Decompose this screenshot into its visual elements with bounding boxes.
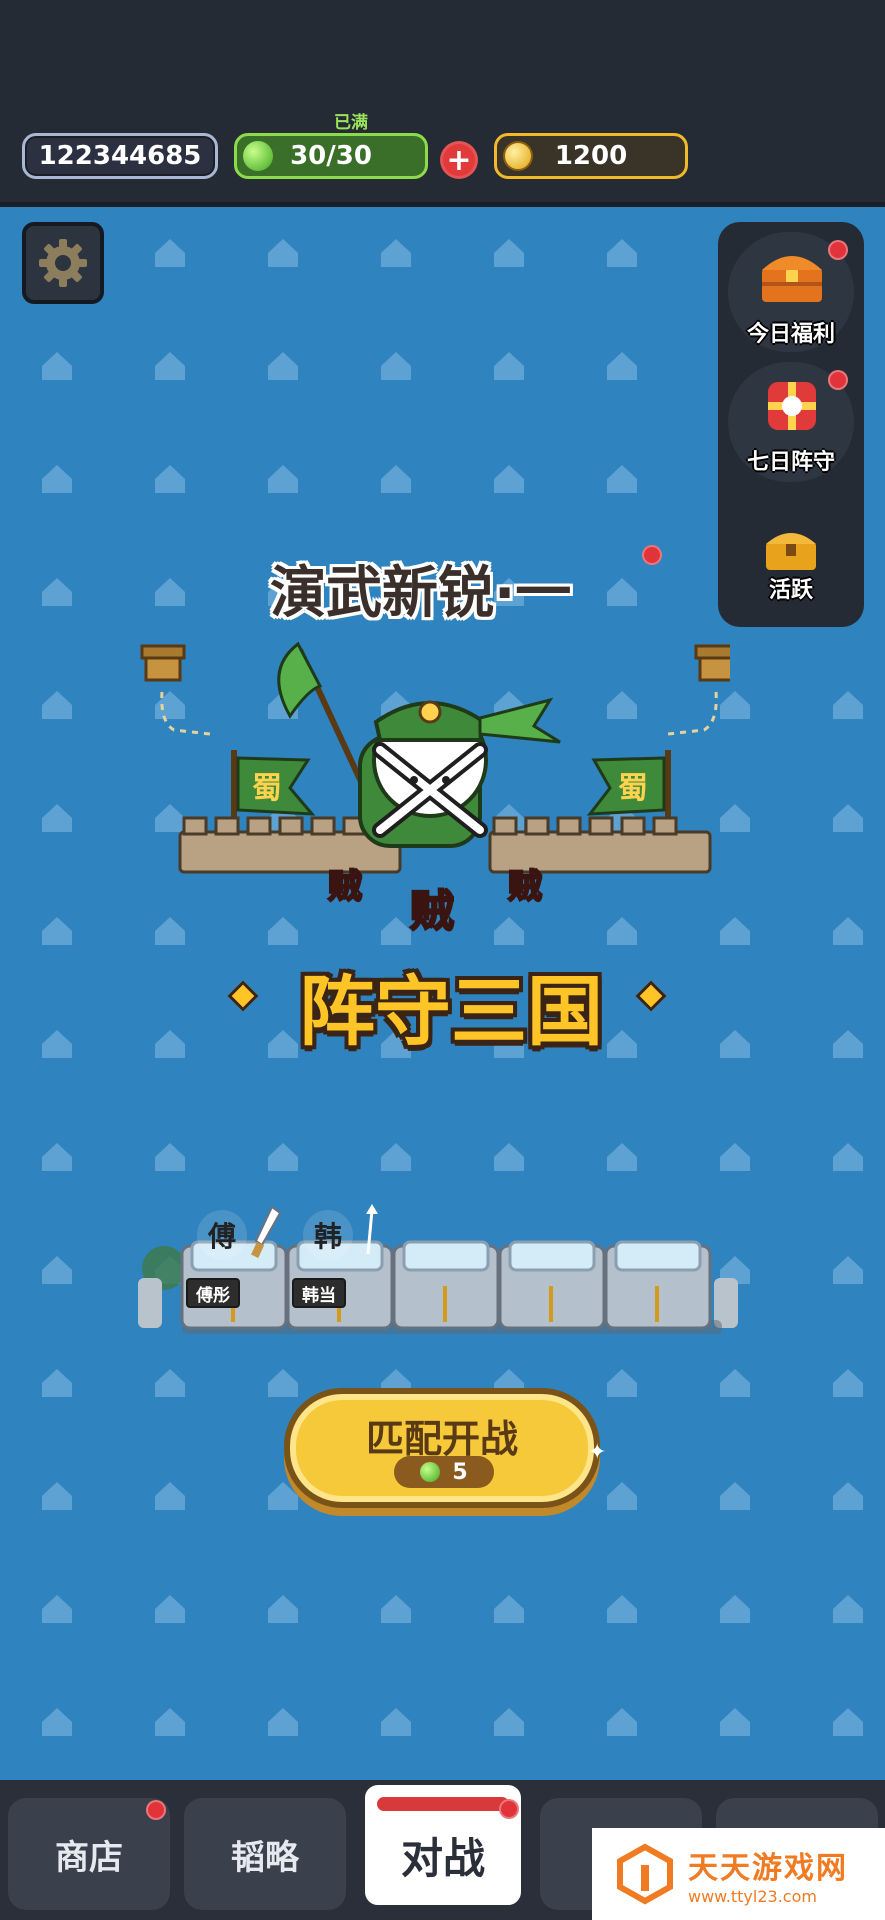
settings-button[interactable] — [22, 222, 104, 304]
stamina-cost-badge: 5 — [394, 1456, 494, 1488]
stage-title: 演武新锐·一 — [270, 561, 572, 626]
battle-reddot — [499, 1799, 519, 1819]
game-title: 阵守三国 — [299, 967, 603, 1056]
watermark-logo-icon — [617, 1843, 673, 1905]
sword-icon — [250, 1205, 282, 1258]
stamina-display: 30/30 — [234, 133, 428, 179]
svg-text:贼: 贼 — [328, 867, 362, 907]
hero-avatar-fu[interactable]: 傅 — [197, 1210, 247, 1260]
watermark: 天天游戏网 www.ttyl23.com — [592, 1828, 885, 1920]
shop-reddot — [146, 1800, 166, 1820]
side-menu-panel: 今日福利 七日阵守 活跃 — [718, 222, 864, 627]
daily-welfare-label: 今日福利 — [746, 322, 835, 347]
daily-welfare-reddot — [828, 240, 848, 260]
stamina-orb-icon — [243, 141, 273, 171]
stamina-orb-icon — [420, 1462, 441, 1482]
stamina-value: 30/30 — [290, 141, 372, 171]
tab-shop[interactable]: 商店 — [8, 1798, 170, 1910]
watchtower-icon — [694, 644, 730, 682]
lineup-slot — [604, 1240, 712, 1330]
match-battle-label: 匹配开战 — [365, 1417, 518, 1461]
watermark-url: www.ttyl23.com — [688, 1886, 817, 1906]
seven-day-reddot — [828, 370, 848, 390]
tab-battle[interactable]: 对战 — [360, 1780, 526, 1910]
sparkle-icon: ✦ — [588, 1440, 607, 1465]
tab-battle-label: 对战 — [400, 1834, 485, 1883]
small-chest-icon — [766, 533, 816, 570]
seven-day-defense-button[interactable]: 七日阵守 — [728, 362, 854, 482]
game-logo-artwork: 蜀 蜀 贼 贼 贼 — [140, 641, 730, 938]
hero-avatar-han[interactable]: 韩 — [303, 1210, 353, 1260]
watermark-title: 天天游戏网 — [688, 1850, 848, 1886]
seven-day-label: 七日阵守 — [746, 450, 835, 475]
battle-tab-bar — [377, 1797, 509, 1811]
hero-name-tag-fu: 傅彤 — [186, 1278, 240, 1308]
daily-welfare-button[interactable]: 今日福利 — [728, 232, 854, 352]
watchtower-icon — [140, 644, 186, 682]
svg-text:贼: 贼 — [508, 867, 542, 907]
gift-box-icon — [768, 382, 816, 430]
match-battle-button[interactable]: 匹配开战 5 — [284, 1388, 600, 1508]
activity-button[interactable]: 活跃 — [718, 522, 864, 612]
gold-coin-icon — [503, 141, 533, 171]
tab-strategy[interactable]: 韬略 — [184, 1798, 346, 1910]
svg-text:蜀: 蜀 — [618, 771, 648, 806]
treasure-chest-icon — [762, 256, 822, 302]
activity-label: 活跃 — [768, 578, 813, 603]
lineup-slot — [498, 1240, 606, 1330]
stage-reddot — [642, 545, 662, 565]
arrow-icon — [366, 1204, 378, 1255]
hero-name-tag-han: 韩当 — [292, 1278, 346, 1308]
gold-value: 1200 — [554, 141, 628, 171]
stamina-cost-value: 5 — [452, 1459, 468, 1485]
stamina-full-label: 已满 — [334, 113, 368, 133]
add-stamina-button[interactable]: + — [440, 141, 478, 179]
gear-icon — [39, 239, 87, 287]
svg-text:贼: 贼 — [410, 886, 454, 937]
player-id-display: 122344685 — [22, 133, 218, 179]
gold-display: 1200 — [494, 133, 688, 179]
lineup-slot — [392, 1240, 500, 1330]
svg-text:蜀: 蜀 — [252, 771, 282, 806]
